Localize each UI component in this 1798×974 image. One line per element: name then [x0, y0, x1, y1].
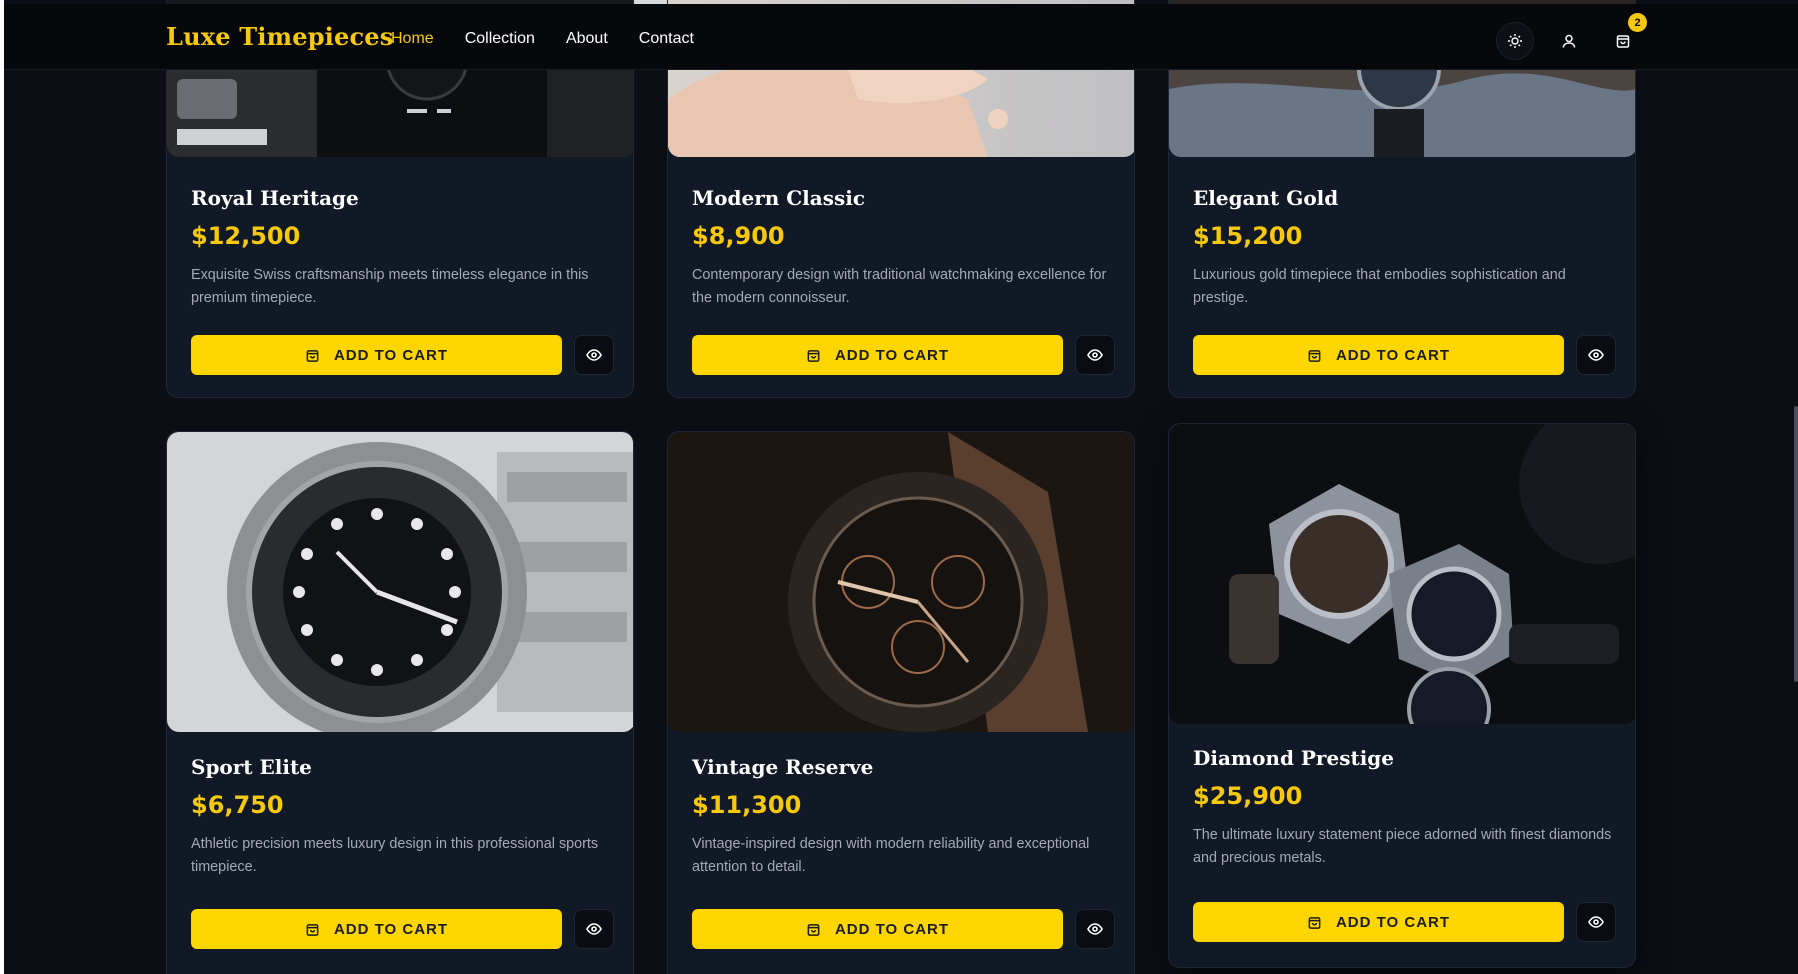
- nav-actions: 2: [1496, 13, 1647, 60]
- product-title: Elegant Gold: [1193, 186, 1339, 210]
- product-image[interactable]: [1169, 424, 1635, 724]
- account-button[interactable]: [1550, 22, 1588, 60]
- product-price: $12,500: [191, 222, 301, 250]
- main-nav: Home Collection About Contact: [391, 30, 694, 48]
- cart-button[interactable]: 2: [1604, 13, 1647, 60]
- add-to-cart-button[interactable]: ADD TO CART: [692, 909, 1063, 949]
- shopping-bag-icon: [1308, 916, 1321, 929]
- add-to-cart-label: ADD TO CART: [834, 346, 950, 364]
- quick-view-button[interactable]: [1075, 335, 1115, 375]
- shopping-bag-icon: [306, 923, 319, 936]
- product-price: $8,900: [692, 222, 785, 250]
- add-to-cart-label: ADD TO CART: [1335, 913, 1451, 931]
- product-description: Luxurious gold timepiece that embodies s…: [1193, 267, 1566, 306]
- add-to-cart-button[interactable]: ADD TO CART: [1193, 335, 1564, 375]
- product-description: Contemporary design with traditional wat…: [692, 267, 1107, 306]
- quick-view-button[interactable]: [574, 909, 614, 949]
- quick-view-button[interactable]: [1576, 902, 1616, 942]
- eye-icon: [1588, 916, 1604, 928]
- shopping-bag-icon: [807, 923, 820, 936]
- product-title: Modern Classic: [692, 186, 865, 210]
- add-to-cart-button[interactable]: ADD TO CART: [191, 335, 562, 375]
- add-to-cart-button[interactable]: ADD TO CART: [191, 909, 562, 949]
- product-card: Vintage Reserve $11,300 Vintage-inspired…: [667, 431, 1135, 974]
- product-card: Diamond Prestige $25,900 The ultimate lu…: [1168, 423, 1636, 968]
- theme-toggle-button[interactable]: [1496, 22, 1534, 60]
- eye-icon: [586, 349, 602, 361]
- nav-link-about[interactable]: About: [566, 30, 608, 48]
- quick-view-button[interactable]: [1075, 909, 1115, 949]
- product-price: $6,750: [191, 791, 284, 819]
- add-to-cart-label: ADD TO CART: [333, 346, 449, 364]
- brand-logo[interactable]: Luxe Timepieces: [166, 22, 393, 51]
- product-price: $25,900: [1193, 782, 1303, 810]
- product-title: Vintage Reserve: [692, 755, 874, 779]
- shopping-bag-icon: [807, 349, 820, 362]
- product-card: Sport Elite $6,750 Athletic precision me…: [166, 431, 634, 974]
- add-to-cart-label: ADD TO CART: [834, 920, 950, 938]
- add-to-cart-label: ADD TO CART: [1335, 346, 1451, 364]
- nav-link-contact[interactable]: Contact: [639, 30, 694, 48]
- site-navbar: Luxe Timepieces Home Collection About Co…: [4, 4, 1798, 70]
- user-icon: [1562, 34, 1576, 48]
- sun-icon: [1508, 34, 1522, 48]
- product-description: The ultimate luxury statement piece ador…: [1193, 827, 1612, 866]
- add-to-cart-label: ADD TO CART: [333, 920, 449, 938]
- eye-icon: [1087, 923, 1103, 935]
- product-price: $11,300: [692, 791, 802, 819]
- shopping-bag-icon: [1616, 35, 1630, 48]
- shopping-bag-icon: [1308, 349, 1321, 362]
- eye-icon: [586, 923, 602, 935]
- product-title: Royal Heritage: [191, 186, 359, 210]
- cart-count-badge: 2: [1628, 13, 1647, 32]
- product-image[interactable]: [668, 432, 1134, 732]
- product-image[interactable]: [167, 432, 633, 732]
- page-scrollbar[interactable]: [1794, 406, 1798, 682]
- product-price: $15,200: [1193, 222, 1303, 250]
- quick-view-button[interactable]: [1576, 335, 1616, 375]
- product-description: Exquisite Swiss craftsmanship meets time…: [191, 267, 589, 306]
- nav-link-collection[interactable]: Collection: [465, 30, 535, 48]
- page-viewport: Royal Heritage $12,500 Exquisite Swiss c…: [4, 0, 1798, 974]
- product-description: Athletic precision meets luxury design i…: [191, 836, 599, 875]
- add-to-cart-button[interactable]: ADD TO CART: [692, 335, 1063, 375]
- product-description: Vintage-inspired design with modern reli…: [692, 836, 1090, 875]
- quick-view-button[interactable]: [574, 335, 614, 375]
- add-to-cart-button[interactable]: ADD TO CART: [1193, 902, 1564, 942]
- product-title: Diamond Prestige: [1193, 746, 1394, 770]
- eye-icon: [1588, 349, 1604, 361]
- product-title: Sport Elite: [191, 755, 312, 779]
- shopping-bag-icon: [306, 349, 319, 362]
- eye-icon: [1087, 349, 1103, 361]
- nav-link-home[interactable]: Home: [391, 30, 434, 48]
